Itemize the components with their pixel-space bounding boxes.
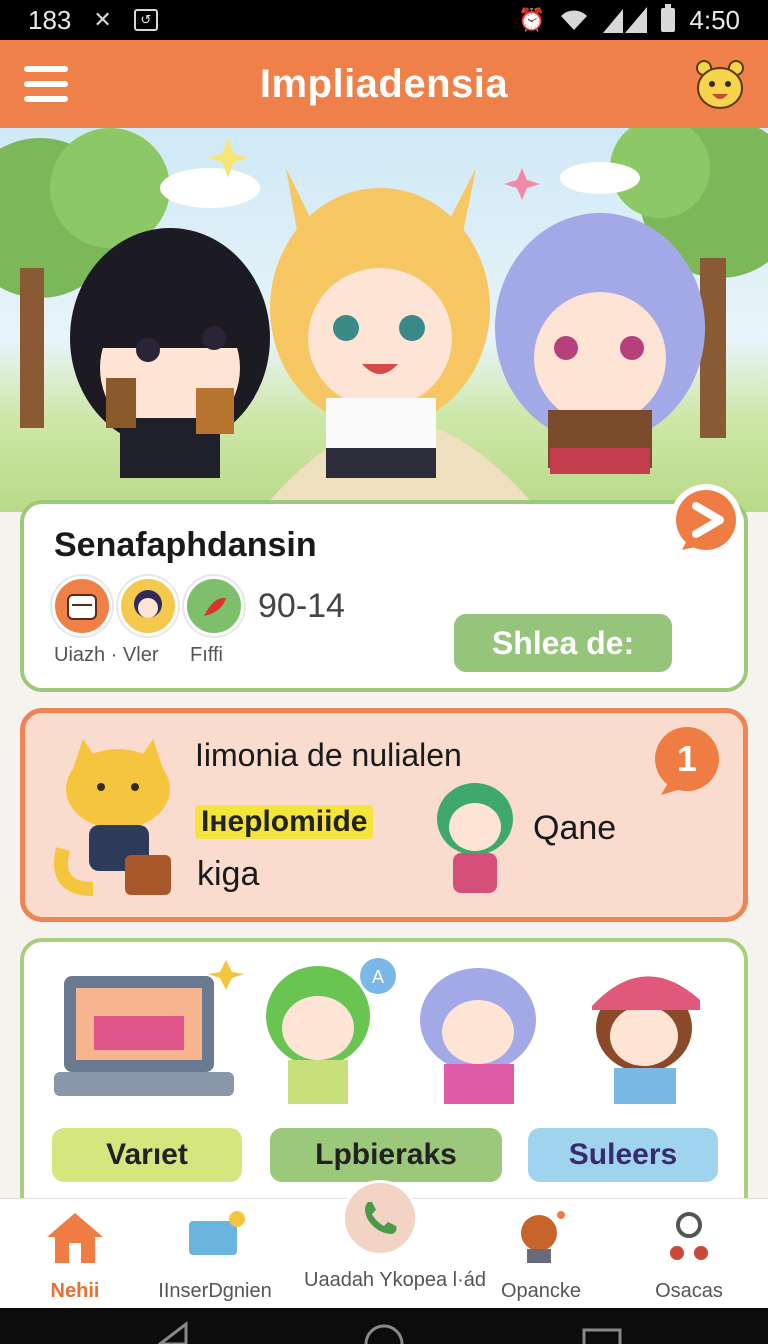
status-time-right: 4:50 xyxy=(689,4,740,35)
nav-phone-label: Uaadah Ykopea l·ád xyxy=(304,1269,486,1291)
home-button-icon[interactable] xyxy=(364,1324,404,1344)
category-button-2[interactable]: Lpbieraks xyxy=(270,1128,502,1182)
avatar-row: 90-14 xyxy=(52,576,345,636)
pepper-icon[interactable] xyxy=(184,576,244,636)
monitor-icon xyxy=(189,1211,245,1255)
status-time-left: 183 xyxy=(28,4,72,35)
nav-monitor[interactable]: IInserDgnien xyxy=(140,1209,290,1303)
recents-icon[interactable] xyxy=(582,1328,622,1344)
hero-banner xyxy=(0,128,768,512)
share-button[interactable]: Shlea de: xyxy=(454,614,672,672)
green-hair-character[interactable]: A xyxy=(248,956,398,1106)
share-arrow-icon[interactable] xyxy=(664,480,748,564)
back-icon[interactable] xyxy=(157,1320,188,1344)
character-avatar[interactable] xyxy=(118,576,178,636)
tools-icon: ✕ xyxy=(93,7,112,32)
event-highlight: Iнeplomiide xyxy=(195,805,374,839)
category-button-3[interactable]: Suleers xyxy=(528,1128,718,1182)
nav-monitor-label: IInserDgnien xyxy=(158,1280,272,1302)
featured-title: Senafaphdansin xyxy=(54,526,317,564)
system-nav-buttons xyxy=(157,1320,622,1344)
app-title: Impliadensia xyxy=(259,61,509,106)
notification-badge[interactable]: 1 xyxy=(651,723,725,801)
avatar-label-2: Fıffi xyxy=(190,644,223,666)
laptop-icon[interactable] xyxy=(54,956,244,1106)
member-count: 90-14 xyxy=(258,586,345,625)
event-subtext: kiga xyxy=(197,855,260,893)
app-bar: Impliadensia xyxy=(0,40,768,128)
wifi-icon xyxy=(561,10,588,30)
cat-mascot-icon xyxy=(54,739,171,896)
character-icon xyxy=(437,783,513,893)
event-card[interactable]: Iimonia de nulialen Iнeplomiide kiga Qan… xyxy=(20,708,748,922)
cap-character[interactable] xyxy=(570,956,720,1106)
bag-icon[interactable] xyxy=(52,576,112,636)
svg-text:A: A xyxy=(372,967,384,987)
character-nav-icon xyxy=(521,1211,565,1263)
signal-icon xyxy=(603,7,648,33)
nav-person[interactable]: Osacas xyxy=(614,1209,764,1303)
phone-fab[interactable] xyxy=(342,1180,418,1256)
alarm-icon: ⏰ xyxy=(517,7,546,32)
avatar-label-1: Uiazh · Vler xyxy=(54,644,159,666)
person-icon xyxy=(670,1212,708,1260)
system-navigation-bar xyxy=(0,1308,768,1344)
category-button-1[interactable]: Varıet xyxy=(52,1128,242,1182)
nav-person-label: Osacas xyxy=(655,1280,723,1302)
phone-icon xyxy=(365,1202,397,1234)
purple-hair-character[interactable] xyxy=(404,956,554,1106)
status-bar: 183 ✕ ↺ ⏰ 4:50 xyxy=(0,0,768,40)
app-notification-icon: ↺ xyxy=(133,9,158,31)
mascot-icon[interactable] xyxy=(690,58,750,114)
nav-home-label: Nehii xyxy=(50,1280,100,1302)
nav-home[interactable]: Nehii xyxy=(0,1209,150,1303)
nav-character[interactable]: Opancke xyxy=(466,1209,616,1303)
menu-icon[interactable] xyxy=(24,66,68,102)
badge-count: 1 xyxy=(677,738,697,779)
nav-character-label: Opancke xyxy=(500,1280,582,1302)
event-headline: Iimonia de nulialen xyxy=(195,737,462,773)
featured-card[interactable]: Senafaphdansin 90-14 Uiazh · Vler Fıffi … xyxy=(20,484,748,692)
battery-icon xyxy=(661,4,676,32)
nav-phone[interactable]: Uaadah Ykopea l·ád xyxy=(304,1259,486,1292)
hero-illustration xyxy=(0,128,768,512)
event-side-name: Qane xyxy=(533,809,617,847)
home-icon xyxy=(47,1213,103,1263)
